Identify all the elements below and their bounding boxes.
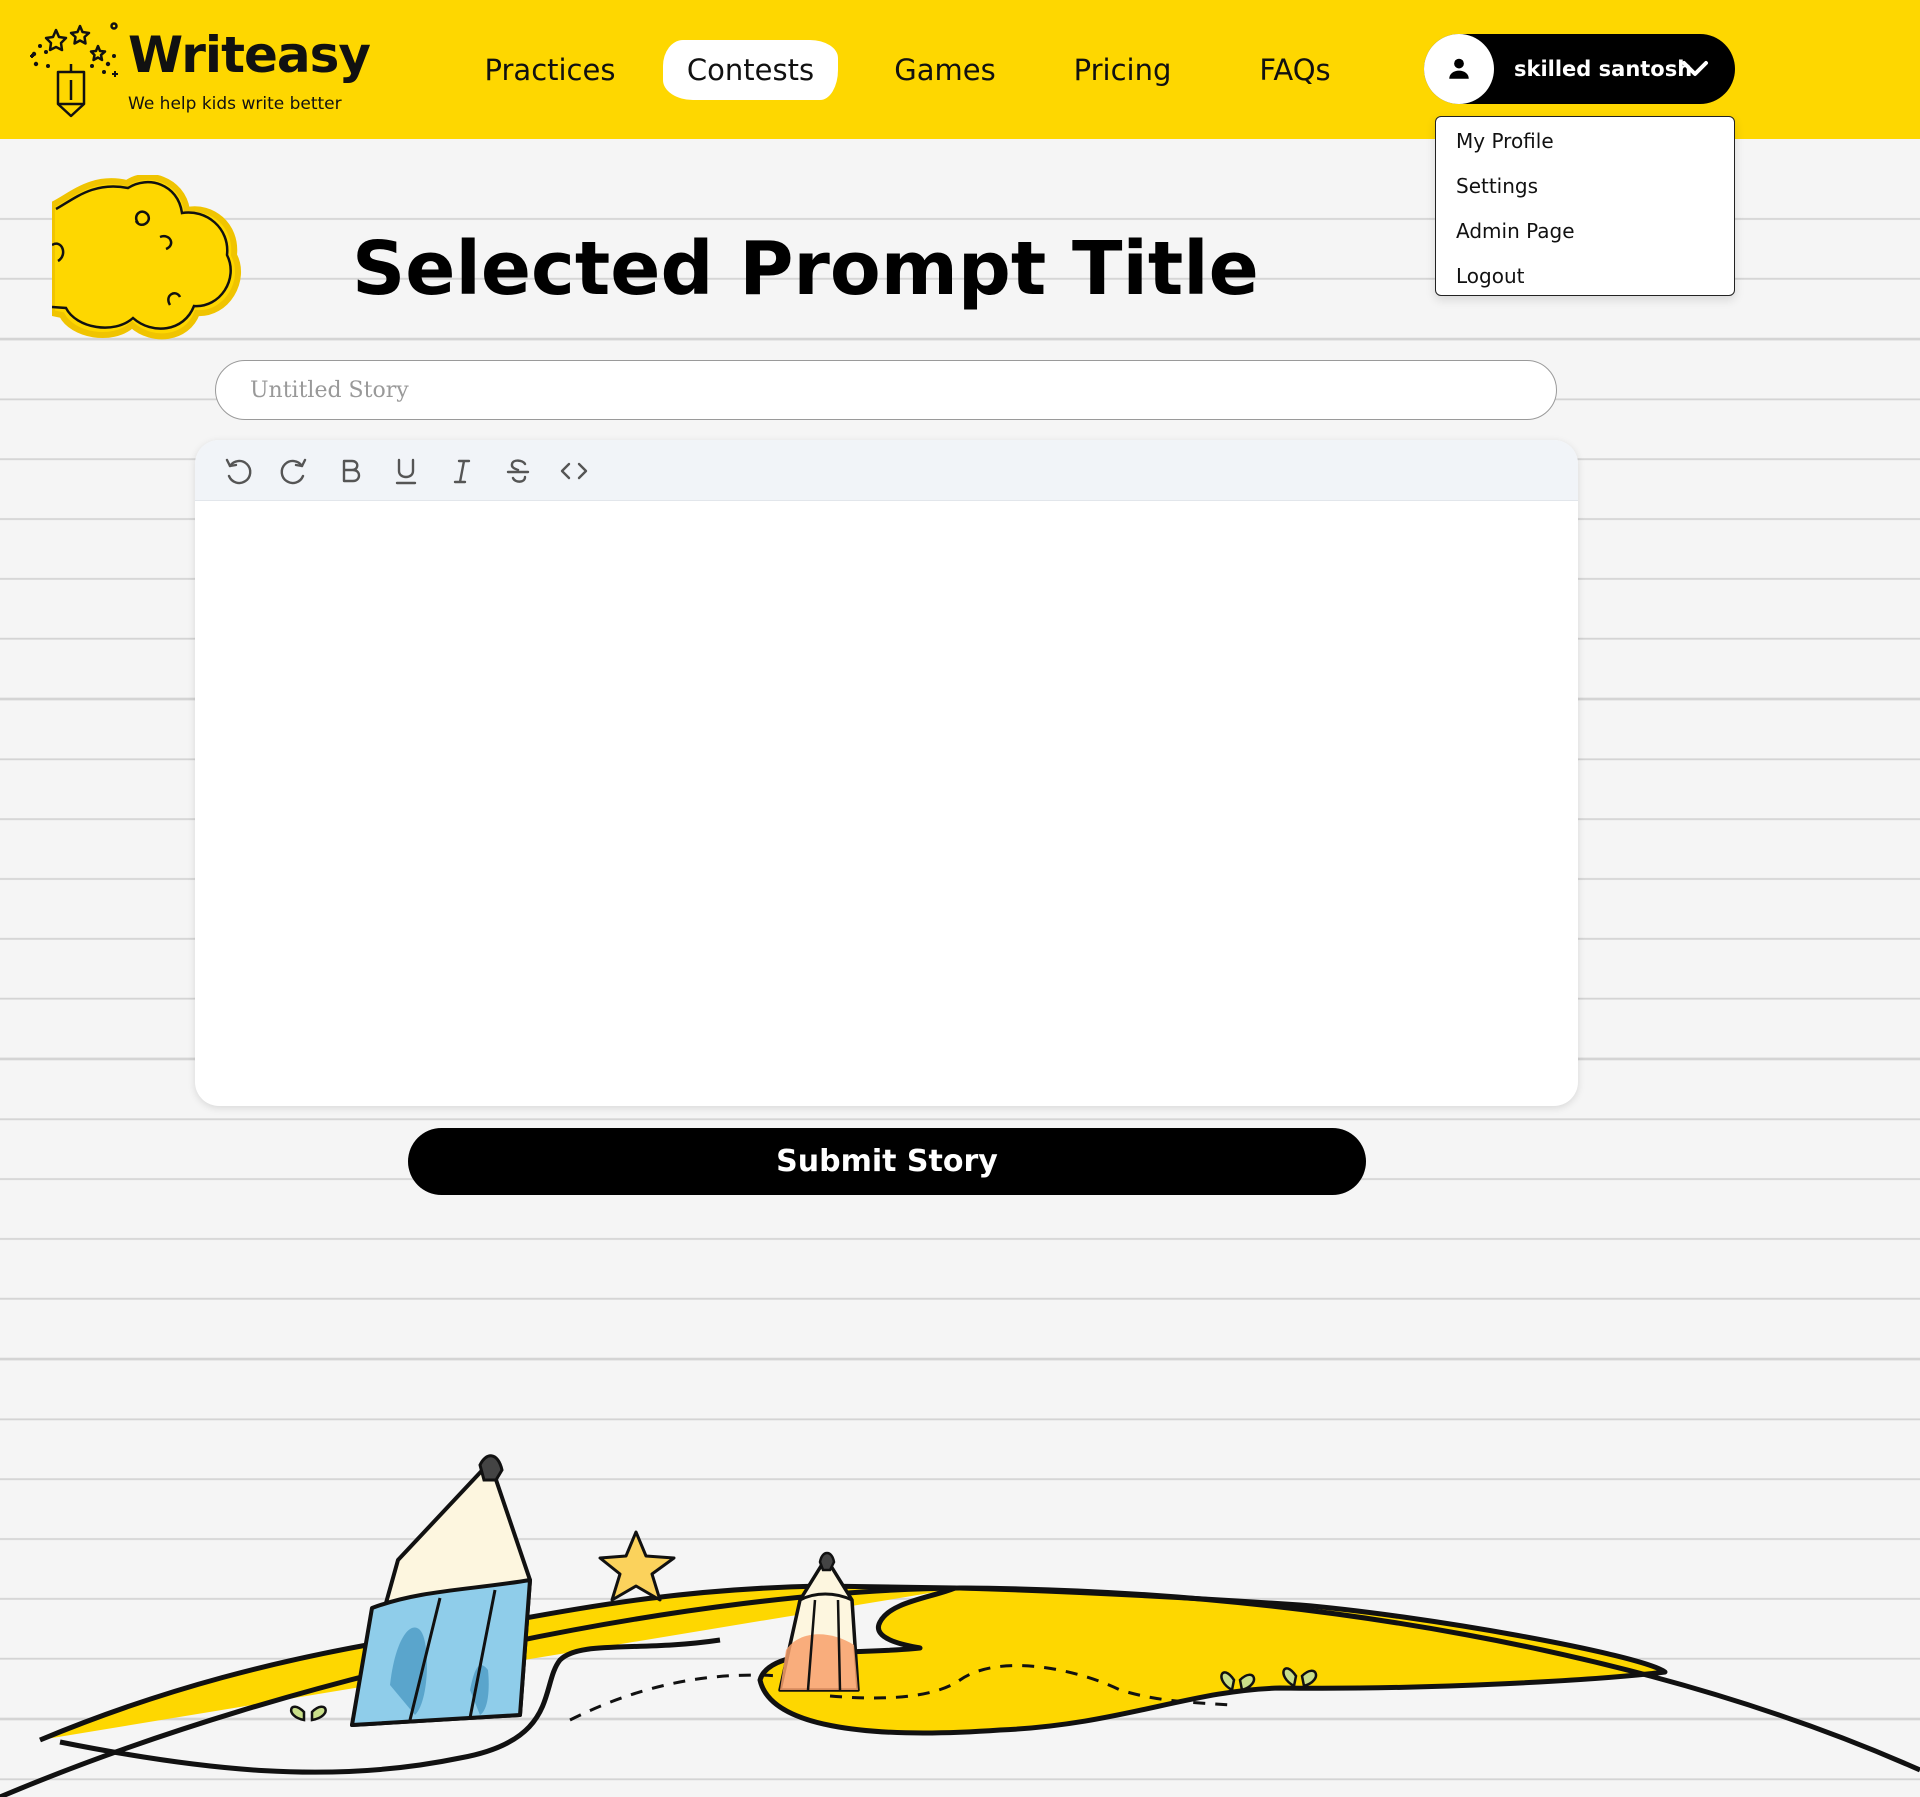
nav-faqs[interactable]: FAQs: [1215, 40, 1375, 100]
nav-games[interactable]: Games: [870, 40, 1020, 100]
menu-item-logout[interactable]: Logout: [1456, 264, 1524, 288]
submit-story-button[interactable]: Submit Story: [408, 1128, 1366, 1195]
nav-contests[interactable]: Contests: [663, 40, 838, 100]
underline-icon[interactable]: [389, 454, 423, 488]
strikethrough-icon[interactable]: [501, 454, 535, 488]
pencil-stars-logo-icon: [30, 22, 118, 118]
page-title: Selected Prompt Title: [352, 226, 1259, 312]
brand-logo[interactable]: Writeasy We help kids write better: [26, 20, 371, 120]
brand-name: Writeasy: [128, 26, 371, 84]
user-name: skilled santosh: [1514, 57, 1693, 81]
story-editor: [195, 440, 1578, 1106]
story-body-editor[interactable]: [195, 501, 1578, 1106]
redo-icon[interactable]: [277, 454, 311, 488]
nav-practices[interactable]: Practices: [460, 40, 640, 100]
user-menu-button[interactable]: skilled santosh: [1424, 34, 1735, 104]
cloud-decoration-icon: [52, 175, 242, 340]
nav-pricing[interactable]: Pricing: [1040, 40, 1205, 100]
avatar: [1424, 34, 1494, 104]
code-icon[interactable]: [557, 454, 591, 488]
user-icon: [1449, 58, 1469, 79]
story-title-input[interactable]: [215, 360, 1557, 420]
menu-item-my-profile[interactable]: My Profile: [1456, 129, 1554, 153]
chevron-down-icon: [1682, 61, 1708, 76]
brand-tagline: We help kids write better: [128, 94, 342, 114]
bold-icon[interactable]: [333, 454, 367, 488]
undo-icon[interactable]: [221, 454, 255, 488]
menu-item-admin-page[interactable]: Admin Page: [1456, 219, 1575, 243]
italic-icon[interactable]: [445, 454, 479, 488]
menu-item-settings[interactable]: Settings: [1456, 174, 1538, 198]
pencil-landscape-illustration: [0, 1454, 1920, 1797]
editor-toolbar: [195, 440, 1578, 501]
user-dropdown-menu: My Profile Settings Admin Page Logout: [1435, 116, 1735, 296]
